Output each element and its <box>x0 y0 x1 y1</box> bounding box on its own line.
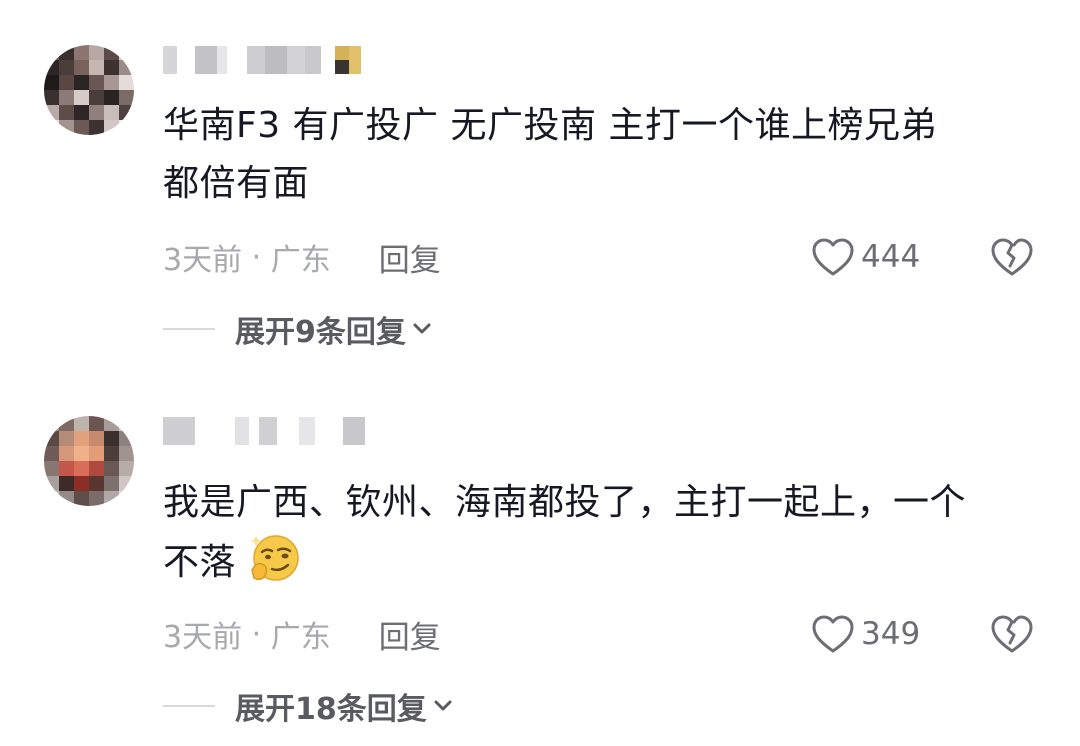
divider-line <box>163 328 215 330</box>
comment-text-line-part: 不落 <box>163 542 237 583</box>
comment-location: 广东 <box>270 620 331 655</box>
comment-text-line: 不落 <box>163 532 1043 592</box>
expand-replies-label: 展开18条回复 <box>235 692 427 727</box>
broken-heart-icon[interactable] <box>990 235 1034 279</box>
divider-line <box>163 705 215 707</box>
comment-text-line: 都倍有面 <box>163 163 310 204</box>
like-button[interactable]: 444 <box>811 235 920 279</box>
comment-text-line: 我是广西、钦州、海南都投了，主打一起上，一个 <box>163 482 967 523</box>
chevron-down-icon <box>434 700 452 711</box>
expand-replies-button[interactable]: 展开18条回复 <box>163 686 453 727</box>
heart-outline-icon <box>812 238 854 276</box>
like-count: 349 <box>861 616 921 652</box>
expand-replies-label: 展开9条回复 <box>235 315 406 350</box>
comment-time: 3天前 <box>163 620 243 655</box>
username-blurred[interactable] <box>163 45 361 75</box>
reply-button[interactable]: 回复 <box>379 235 441 280</box>
comment-text: 我是广西、钦州、海南都投了，主打一起上，一个 不落 <box>163 474 1043 592</box>
reply-button[interactable]: 回复 <box>379 612 441 657</box>
comment-meta: 3天前 · 广东 回复 <box>163 235 441 280</box>
broken-heart-icon[interactable] <box>990 612 1034 656</box>
comment-location: 广东 <box>270 243 331 278</box>
username-blurred[interactable] <box>163 416 365 446</box>
like-count: 444 <box>861 239 921 275</box>
comment-text: 华南F3 有广投广 无广投南 主打一个谁上榜兄弟 都倍有面 <box>163 97 1043 213</box>
like-button[interactable]: 349 <box>811 612 920 656</box>
comment-meta: 3天前 · 广东 回复 <box>163 612 441 657</box>
expand-replies-button[interactable]: 展开9条回复 <box>163 309 432 350</box>
comment-text-line: 华南F3 有广投广 无广投南 主打一个谁上榜兄弟 <box>163 105 937 146</box>
comment-time: 3天前 <box>163 243 243 278</box>
heart-outline-icon <box>812 615 854 653</box>
smirk-emoji-icon <box>249 535 299 581</box>
avatar[interactable] <box>44 45 134 135</box>
chevron-down-icon <box>413 323 431 334</box>
avatar[interactable] <box>44 416 134 506</box>
